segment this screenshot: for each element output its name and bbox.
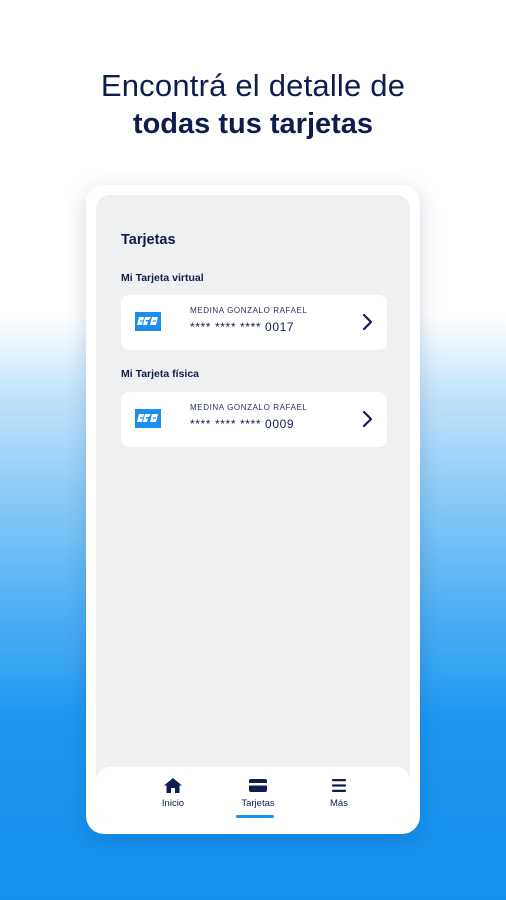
card-holder-name: MEDINA GONZALO RAFAEL	[190, 306, 308, 315]
chevron-right-icon[interactable]	[361, 410, 373, 428]
physical-card-row[interactable]: MEDINA GONZALO RAFAEL **** **** **** 000…	[121, 392, 387, 447]
headline-line-2: todas tus tarjetas	[132, 108, 374, 140]
card-brand-logo-icon	[135, 409, 161, 428]
card-brand-logo-icon	[135, 312, 161, 331]
card-masked-number: **** **** **** 0009	[190, 417, 295, 431]
virtual-card-section-label: Mi Tarjeta virtual	[121, 272, 204, 284]
nav-label-mas: Más	[330, 798, 348, 809]
headline-line-1: Encontrá el detalle de	[100, 68, 406, 103]
physical-card-section-label: Mi Tarjeta física	[121, 368, 200, 380]
phone-frame: Tarjetas Mi Tarjeta virtual MEDINA GONZA…	[86, 185, 420, 834]
bottom-nav: Inicio Tarjetas Más	[96, 767, 410, 824]
home-icon	[164, 778, 182, 793]
headline: Encontrá el detalle de todas tus tarjeta…	[0, 66, 506, 142]
page-title: Tarjetas	[121, 232, 176, 248]
chevron-right-icon[interactable]	[361, 313, 373, 331]
card-masked-number: **** **** **** 0017	[190, 320, 295, 334]
card-holder-name: MEDINA GONZALO RAFAEL	[190, 403, 308, 412]
nav-item-tarjetas[interactable]: Tarjetas	[228, 777, 288, 818]
active-tab-indicator	[236, 815, 274, 818]
app-screen: Tarjetas Mi Tarjeta virtual MEDINA GONZA…	[96, 195, 410, 824]
menu-icon	[332, 779, 346, 792]
nav-label-tarjetas: Tarjetas	[241, 798, 275, 809]
card-icon	[249, 779, 267, 792]
nav-item-mas[interactable]: Más	[309, 777, 369, 809]
nav-item-inicio[interactable]: Inicio	[143, 777, 203, 809]
nav-label-inicio: Inicio	[161, 798, 185, 809]
virtual-card-row[interactable]: MEDINA GONZALO RAFAEL **** **** **** 001…	[121, 295, 387, 350]
